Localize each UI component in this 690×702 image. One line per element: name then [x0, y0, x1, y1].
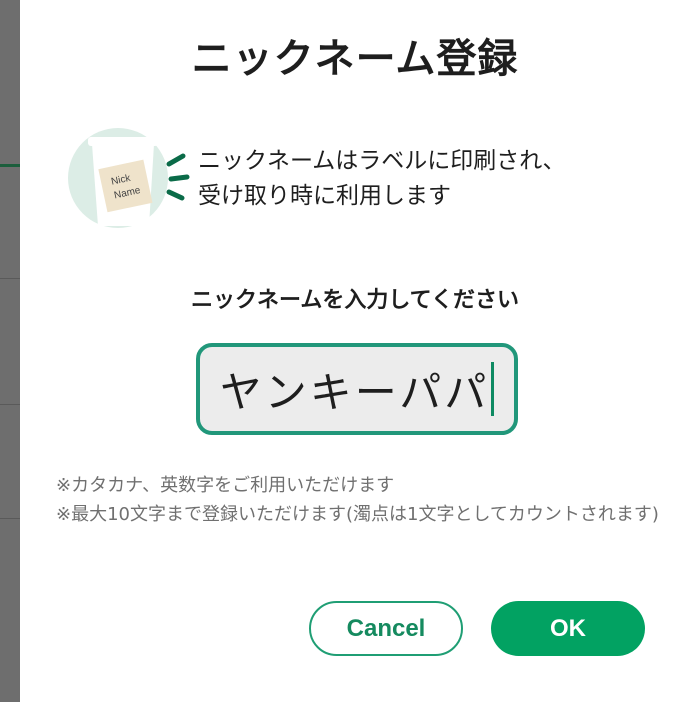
note-max-length: ※最大10文字まで登録いただけます(濁点は1文字としてカウントされます)	[56, 504, 659, 525]
dialog-title: ニックネーム登録	[191, 36, 519, 82]
cancel-button[interactable]: Cancel	[309, 601, 463, 656]
background-accent-line	[0, 164, 20, 167]
description-line-2: 受け取り時に利用します	[198, 183, 451, 209]
note-allowed-characters: ※カタカナ、英数字をご利用いただけます	[56, 475, 395, 496]
background-divider	[0, 518, 20, 519]
description: ニックネームはラベルに印刷され、 受け取り時に利用します	[198, 144, 668, 214]
nickname-prompt: ニックネームを入力してください	[190, 288, 520, 313]
input-notes: ※カタカナ、英数字をご利用いただけます ※最大10文字まで登録いただけます(濁点…	[56, 471, 666, 529]
background-divider	[0, 404, 20, 405]
nickname-input[interactable]: ヤンキーパパ	[196, 343, 518, 435]
nickname-input-value: ヤンキーパパ	[219, 367, 490, 417]
dimmed-background	[0, 0, 20, 702]
nickname-dialog: ニックネーム登録 Nick Name ニックネームはラベルに印刷され、 受け取り…	[20, 0, 690, 702]
text-caret	[491, 362, 495, 416]
background-divider	[0, 278, 20, 279]
cup-label-icon: Nick Name	[68, 128, 190, 228]
description-line-1: ニックネームはラベルに印刷され、	[198, 148, 566, 174]
ok-button[interactable]: OK	[491, 601, 645, 656]
